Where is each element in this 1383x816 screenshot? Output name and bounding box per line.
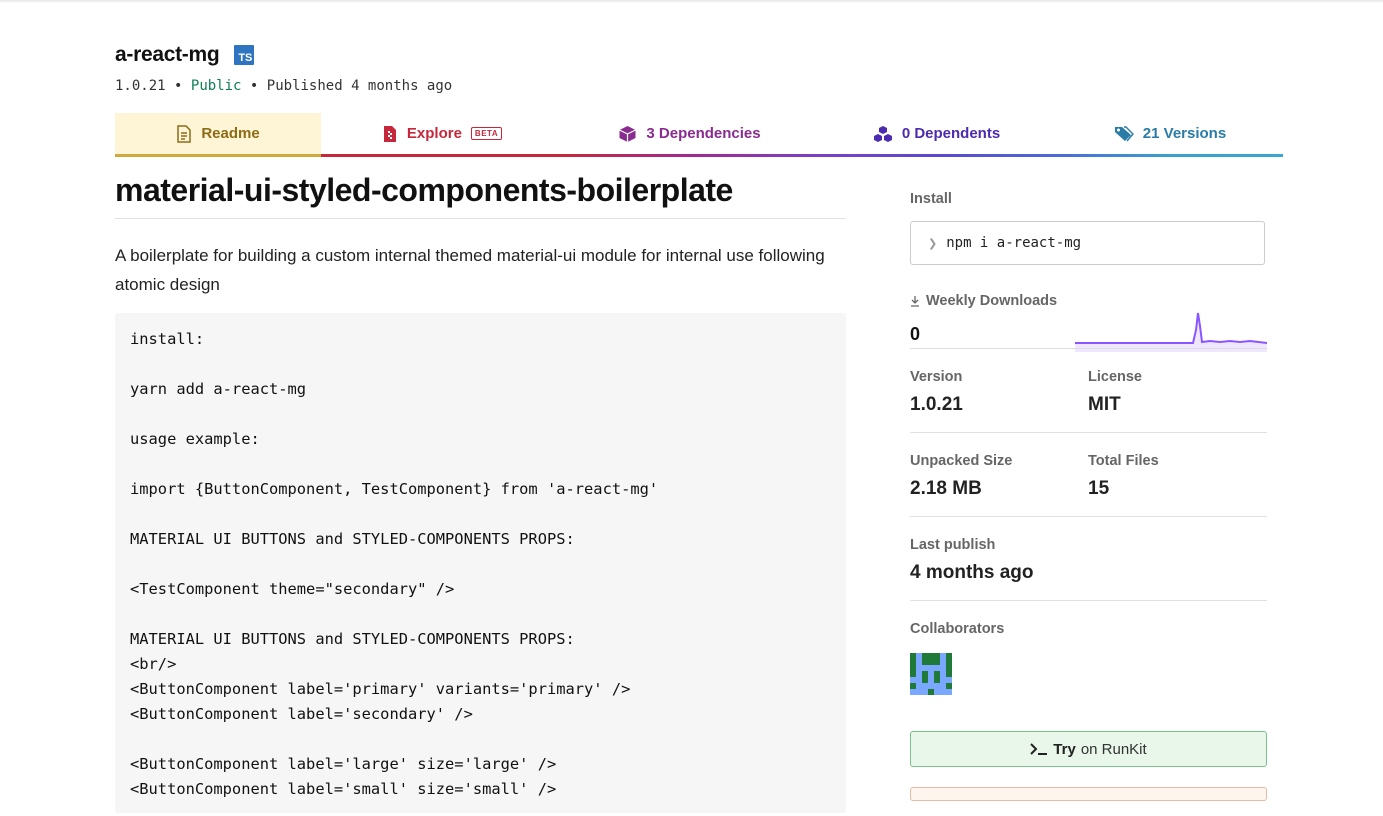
top-shadow bbox=[0, 0, 1383, 3]
collaborators-label: Collaborators bbox=[910, 621, 1005, 637]
total-files-value: 15 bbox=[1088, 478, 1110, 499]
tab-dependencies[interactable]: 3 Dependencies bbox=[563, 113, 816, 157]
divider bbox=[910, 600, 1267, 601]
tab-readme[interactable]: Readme bbox=[115, 113, 321, 157]
boxes-icon bbox=[873, 125, 892, 142]
tab-label: Readme bbox=[201, 125, 260, 142]
package-tabs: Readme Explore BETA 3 Dependencies 0 Dep… bbox=[115, 113, 1283, 157]
tab-explore[interactable]: Explore BETA bbox=[321, 113, 563, 157]
total-files-label: Total Files bbox=[1088, 453, 1159, 469]
unpacked-size-label: Unpacked Size bbox=[910, 453, 1013, 469]
version-value: 1.0.21 bbox=[910, 394, 963, 415]
readme-description: A boilerplate for building a custom inte… bbox=[115, 246, 825, 294]
divider bbox=[910, 348, 1267, 349]
visibility-label: Public bbox=[190, 78, 242, 94]
version-label: Version bbox=[910, 369, 963, 385]
unpacked-size-value: 2.18 MB bbox=[910, 478, 982, 499]
downloads-sparkline bbox=[1075, 312, 1267, 352]
divider bbox=[910, 432, 1267, 433]
install-command-box[interactable]: ❯ npm i a-react-mg bbox=[910, 221, 1265, 265]
tab-label: 3 Dependencies bbox=[646, 125, 761, 142]
meta-separator: • bbox=[174, 78, 183, 94]
collaborator-avatar[interactable] bbox=[910, 653, 952, 695]
box-icon bbox=[619, 125, 637, 142]
tab-versions[interactable]: 21 Versions bbox=[1057, 113, 1283, 157]
prompt-chevron-icon: ❯ bbox=[928, 237, 938, 250]
terminal-icon bbox=[1030, 743, 1048, 755]
tab-dependents[interactable]: 0 Dependents bbox=[816, 113, 1057, 157]
tags-icon bbox=[1114, 125, 1134, 141]
readme-code-block: install: yarn add a-react-mg usage examp… bbox=[115, 313, 846, 813]
published-time: Published 4 months ago bbox=[266, 78, 453, 94]
readme-title: material-ui-styled-components-boilerplat… bbox=[115, 172, 846, 219]
tab-label: 21 Versions bbox=[1142, 125, 1227, 142]
package-version: 1.0.21 bbox=[115, 78, 166, 94]
report-malware-button[interactable] bbox=[910, 787, 1267, 801]
readme-icon bbox=[177, 124, 192, 143]
try-on-runkit-button[interactable]: Try on RunKit bbox=[910, 731, 1267, 767]
install-command[interactable]: npm i a-react-mg bbox=[946, 235, 1081, 251]
package-name: a-react-mg bbox=[115, 43, 220, 66]
last-publish-label: Last publish bbox=[910, 537, 996, 553]
license-value: MIT bbox=[1088, 394, 1121, 415]
beta-badge: BETA bbox=[470, 127, 503, 140]
explore-icon bbox=[383, 125, 396, 142]
weekly-downloads-count: 0 bbox=[910, 324, 921, 344]
runkit-rest-label: on RunKit bbox=[1080, 740, 1147, 758]
tab-label: 0 Dependents bbox=[901, 125, 1001, 142]
code-content: install: yarn add a-react-mg usage examp… bbox=[130, 330, 659, 798]
license-label: License bbox=[1088, 369, 1142, 385]
package-header: a-react-mg TS bbox=[115, 43, 255, 67]
package-meta: 1.0.21 • Public • Published 4 months ago bbox=[115, 78, 452, 94]
meta-separator: • bbox=[249, 78, 259, 94]
tab-label: Explore bbox=[406, 125, 462, 142]
typescript-badge-icon[interactable]: TS bbox=[234, 45, 255, 65]
install-label: Install bbox=[910, 191, 952, 207]
last-publish-value: 4 months ago bbox=[910, 562, 1034, 583]
divider bbox=[910, 516, 1267, 517]
runkit-try-label: Try bbox=[1053, 740, 1076, 758]
